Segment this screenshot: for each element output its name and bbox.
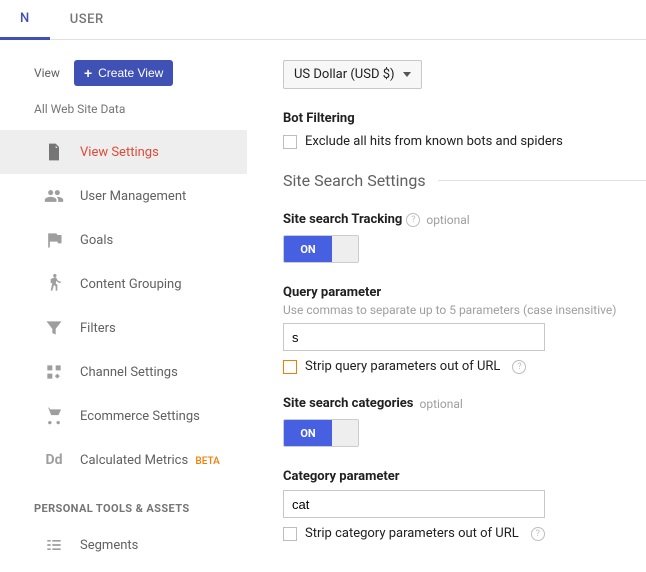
segments-icon <box>44 535 64 555</box>
person-walk-icon <box>44 274 64 294</box>
tab-admin[interactable]: N <box>0 0 50 40</box>
toggle-on-label: ON <box>284 236 332 262</box>
page-icon <box>44 142 64 162</box>
sidebar-item-content-grouping[interactable]: Content Grouping <box>0 262 247 306</box>
sidebar-item-filters[interactable]: Filters <box>0 306 247 350</box>
help-icon[interactable]: ? <box>512 360 526 374</box>
site-search-settings-header: Site Search Settings <box>283 171 426 190</box>
toggle-on-label: ON <box>284 420 332 446</box>
strip-query-checkbox[interactable] <box>283 360 297 374</box>
toggle-off-side <box>332 420 358 446</box>
sidebar-item-calculated-metrics[interactable]: Dd Calculated Metrics BETA <box>0 438 247 482</box>
query-parameter-input[interactable] <box>283 323 545 351</box>
divider <box>438 180 646 181</box>
create-view-button[interactable]: + Create View <box>74 60 173 86</box>
help-icon[interactable]: ? <box>531 527 545 541</box>
site-search-categories-label: Site search categories <box>283 396 414 411</box>
dd-icon: Dd <box>44 450 64 470</box>
channel-icon <box>44 362 64 382</box>
chevron-down-icon <box>403 72 411 77</box>
create-view-label: Create View <box>98 66 163 80</box>
plus-icon: + <box>84 66 92 80</box>
sidebar-item-goals[interactable]: Goals <box>0 218 247 262</box>
sidebar-item-label: Ecommerce Settings <box>80 409 200 424</box>
site-search-tracking-toggle[interactable]: ON <box>283 235 359 263</box>
sidebar-item-channel-settings[interactable]: Channel Settings <box>0 350 247 394</box>
beta-badge: BETA <box>195 456 219 467</box>
sidebar-item-view-settings[interactable]: View Settings <box>0 130 247 174</box>
help-icon[interactable]: ? <box>406 213 420 227</box>
strip-category-checkbox[interactable] <box>283 527 297 541</box>
site-search-categories-toggle[interactable]: ON <box>283 419 359 447</box>
funnel-icon <box>44 318 64 338</box>
sidebar-item-segments[interactable]: Segments <box>0 523 247 567</box>
category-parameter-label: Category parameter <box>283 469 646 484</box>
bot-filtering-checkbox[interactable] <box>283 135 297 149</box>
sidebar-item-label: Calculated Metrics <box>80 453 188 468</box>
category-parameter-input[interactable] <box>283 490 545 518</box>
main-panel: US Dollar (USD $) Bot Filtering Exclude … <box>247 40 646 567</box>
query-parameter-label: Query parameter <box>283 285 646 300</box>
view-label: View <box>34 66 60 80</box>
sidebar-item-ecommerce-settings[interactable]: Ecommerce Settings <box>0 394 247 438</box>
cart-icon <box>44 406 64 426</box>
currency-value: US Dollar (USD $) <box>294 67 395 82</box>
tab-user[interactable]: USER <box>50 0 124 40</box>
sidebar-item-user-management[interactable]: User Management <box>0 174 247 218</box>
site-search-tracking-label: Site search Tracking <box>283 212 402 227</box>
sidebar-item-label: Filters <box>80 321 116 336</box>
strip-category-label: Strip category parameters out of URL <box>305 526 519 541</box>
flag-icon <box>44 230 64 250</box>
strip-query-label: Strip query parameters out of URL <box>305 359 500 374</box>
sidebar-item-label: Channel Settings <box>80 365 178 380</box>
sidebar-item-label: View Settings <box>80 145 159 160</box>
optional-label: optional <box>426 213 469 227</box>
personal-tools-section: PERSONAL TOOLS & ASSETS <box>0 482 247 523</box>
all-web-site-data[interactable]: All Web Site Data <box>0 98 247 130</box>
sidebar-item-label: Segments <box>80 538 138 553</box>
bot-filtering-title: Bot Filtering <box>283 111 646 126</box>
optional-label: optional <box>420 397 463 411</box>
sidebar-item-label: Goals <box>80 233 113 248</box>
currency-select[interactable]: US Dollar (USD $) <box>283 60 422 89</box>
toggle-off-side <box>332 236 358 262</box>
top-tabs: N USER <box>0 0 646 40</box>
people-icon <box>44 186 64 206</box>
sidebar: View + Create View All Web Site Data Vie… <box>0 40 247 567</box>
sidebar-item-label: Content Grouping <box>80 277 182 292</box>
query-parameter-sublabel: Use commas to separate up to 5 parameter… <box>283 303 646 317</box>
bot-filtering-label: Exclude all hits from known bots and spi… <box>305 134 563 149</box>
sidebar-item-label: User Management <box>80 189 186 204</box>
